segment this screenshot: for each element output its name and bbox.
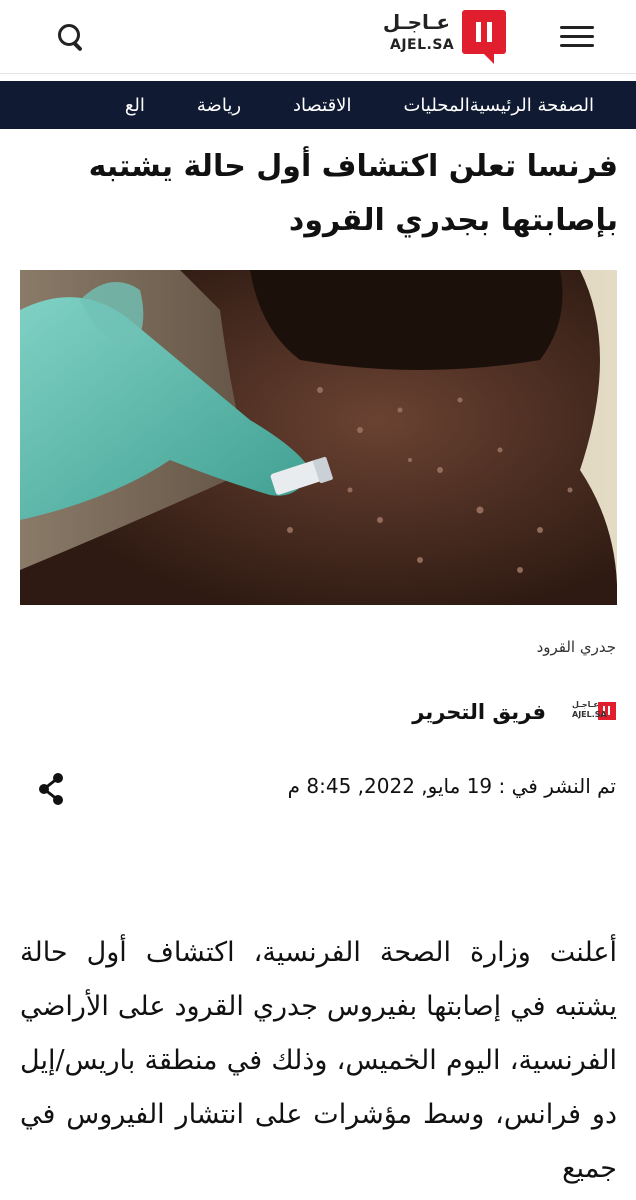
logo-latin-text: AJEL.SA bbox=[390, 37, 455, 53]
article-hero-image bbox=[20, 270, 617, 605]
share-icon[interactable] bbox=[36, 772, 68, 806]
hamburger-menu-icon[interactable] bbox=[560, 24, 594, 50]
nav-item-partial[interactable]: الع bbox=[125, 95, 145, 116]
article-body: أعلنت وزارة الصحة الفرنسية، اكتشاف أول ح… bbox=[20, 937, 617, 1184]
article-headline: فرنسا تعلن اكتشاف أول حالة يشتبه بإصابته… bbox=[88, 149, 618, 238]
author-row: عـاجـل AJEL.SA فريق التحرير bbox=[412, 694, 616, 730]
nav-item-sports[interactable]: رياضة bbox=[197, 95, 241, 116]
main-nav: الصفحة الرئيسية المحليات الاقتصاد رياضة … bbox=[0, 81, 636, 129]
nav-item-local[interactable]: المحليات bbox=[403, 95, 469, 116]
search-icon[interactable] bbox=[56, 22, 88, 54]
publish-date: تم النشر في : 19 مايو, 2022, 8:45 م bbox=[287, 774, 616, 798]
top-bar: عـاجـل AJEL.SA bbox=[0, 0, 636, 74]
site-logo[interactable]: عـاجـل AJEL.SA bbox=[383, 10, 512, 64]
author-logo-latin: AJEL.SA bbox=[572, 710, 607, 719]
nav-item-home[interactable]: الصفحة الرئيسية bbox=[470, 95, 594, 116]
author-name[interactable]: فريق التحرير bbox=[412, 700, 546, 724]
nav-item-economy[interactable]: الاقتصاد bbox=[293, 95, 351, 116]
author-logo-icon: عـاجـل AJEL.SA bbox=[572, 700, 616, 724]
image-caption: جدري القرود bbox=[536, 638, 616, 656]
logo-mark-icon bbox=[462, 10, 506, 64]
author-logo-arabic: عـاجـل bbox=[572, 700, 599, 709]
logo-arabic-text: عـاجـل bbox=[382, 10, 450, 34]
